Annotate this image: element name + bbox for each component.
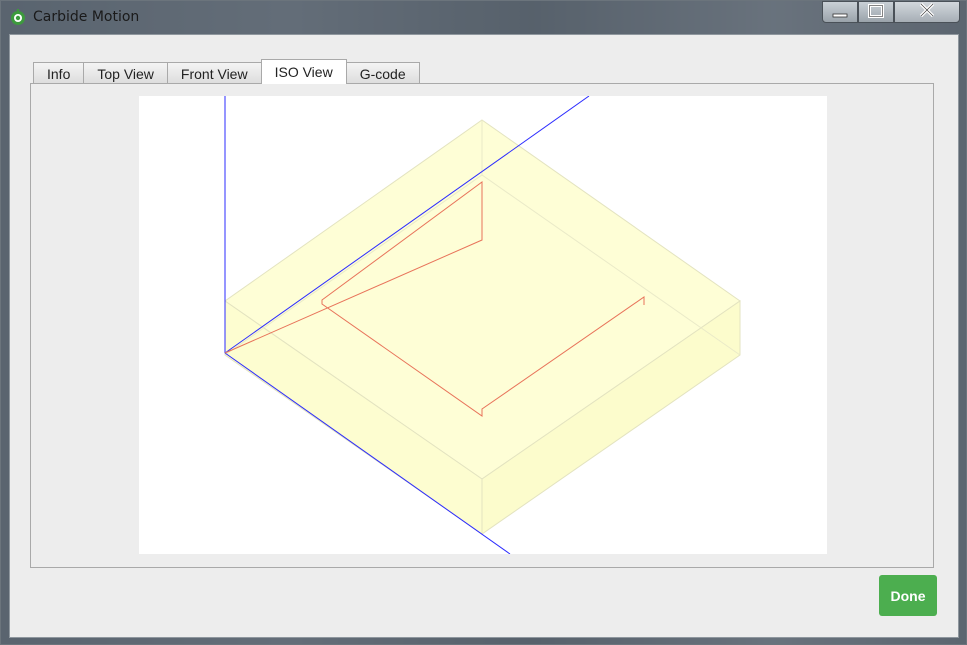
dialog-client-area: Info Top View Front View ISO View G-code (9, 34, 959, 638)
tab-info[interactable]: Info (33, 62, 85, 84)
app-window: Carbide Motion Info Top View Front View … (0, 0, 967, 645)
carbide-motion-icon (9, 8, 27, 26)
done-button[interactable]: Done (879, 575, 937, 616)
window-title: Carbide Motion (33, 9, 140, 25)
maximize-icon (868, 3, 884, 22)
tab-g-code[interactable]: G-code (345, 62, 420, 84)
maximize-button[interactable] (858, 1, 894, 23)
title-bar[interactable]: Carbide Motion (1, 1, 966, 34)
tab-top-view[interactable]: Top View (83, 62, 168, 84)
iso-scene (224, 96, 741, 554)
tab-front-view[interactable]: Front View (166, 62, 262, 84)
tab-bar: Info Top View Front View ISO View G-code (33, 59, 420, 84)
iso-view-panel (30, 83, 934, 568)
minimize-button[interactable] (822, 1, 858, 23)
close-icon (918, 2, 936, 22)
minimize-icon (832, 3, 848, 22)
iso-viewport[interactable] (139, 96, 827, 554)
close-button[interactable] (894, 1, 960, 23)
tab-iso-view[interactable]: ISO View (260, 59, 347, 84)
